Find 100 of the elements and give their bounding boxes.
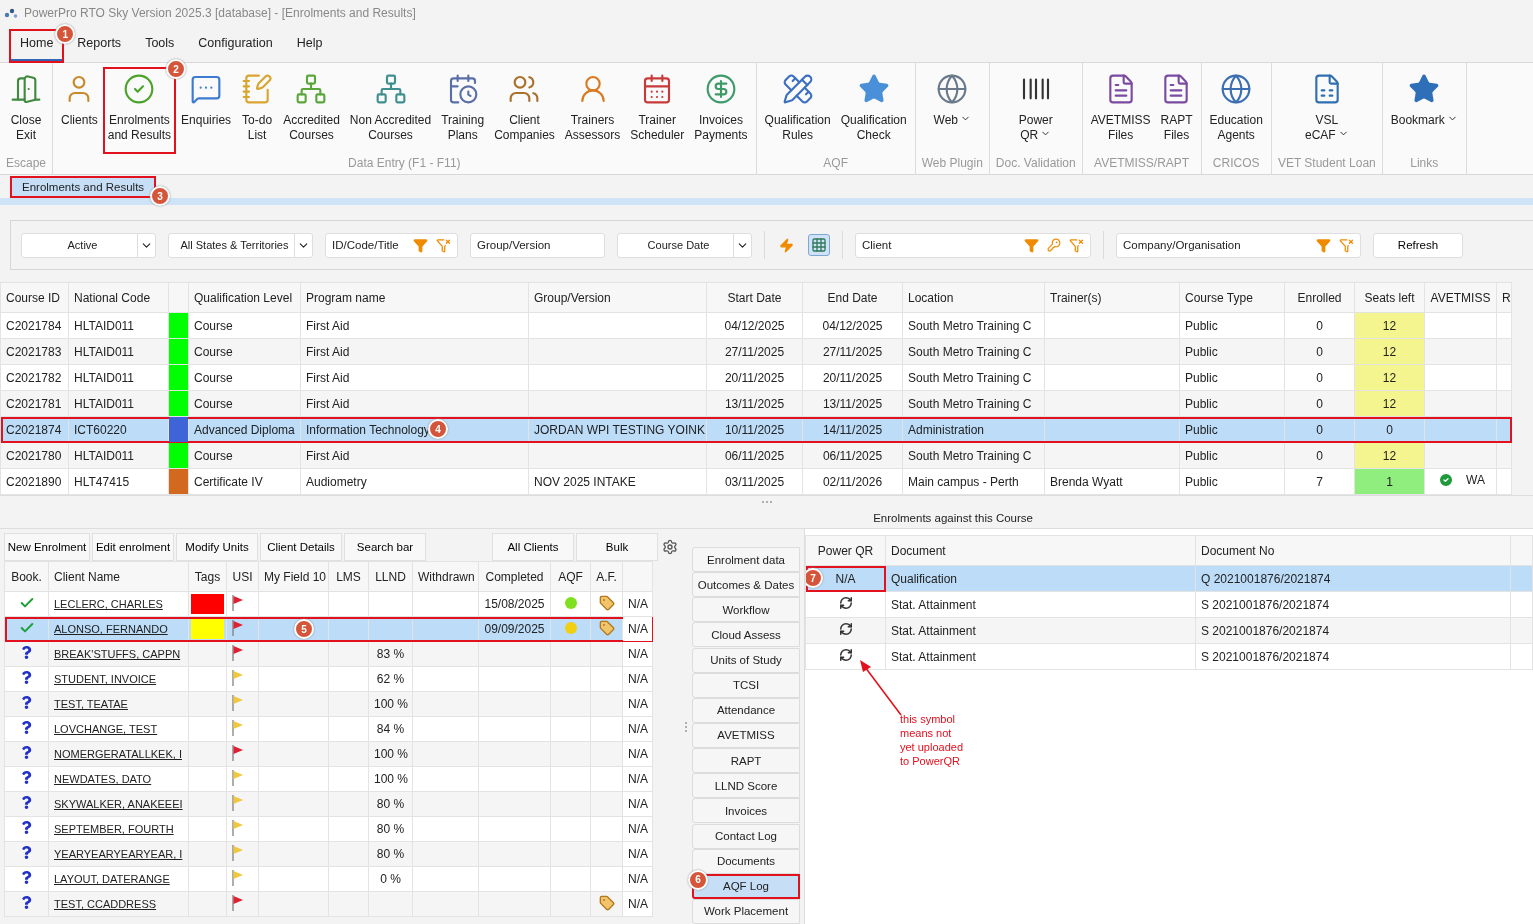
table-row[interactable]: NEWDATES, DATO 100 % N/A [4,766,653,792]
column-header[interactable]: AQF [550,561,591,592]
text-field[interactable]: Group/Version [477,239,600,251]
column-header[interactable]: Book. [4,561,49,592]
search-box[interactable]: Company/Organisation [1116,232,1361,258]
document-tab[interactable]: Enrolments and Results [10,176,157,198]
table-row[interactable]: SKYWALKER, ANAKEEEI 80 % N/A [4,791,653,817]
ribbon-button[interactable]: Training Plans [436,67,490,154]
ribbon-button[interactable]: Trainer Scheduler [625,67,690,154]
table-row[interactable]: Stat. Attainment S 2021001876/2021874 [805,591,1533,618]
side-tab[interactable]: Cloud Assess [692,622,800,648]
side-tab[interactable]: Documents [692,848,800,874]
ribbon-button[interactable]: VSL eCAF [1299,67,1354,154]
search-box[interactable]: ID/Code/Title [325,232,458,258]
ribbon-button[interactable]: Client Companies [489,67,560,154]
ribbon-button[interactable]: To-do List [236,67,279,154]
column-header[interactable]: LMS [328,561,369,592]
column-header[interactable]: Enrolled [1284,282,1355,313]
toolbar-button[interactable]: Client Details [260,533,342,561]
ribbon-button[interactable]: Qualification Check [835,67,912,154]
ribbon-button[interactable]: Invoices Payments [689,67,753,154]
table-row[interactable]: SEPTEMBER, FOURTH 80 % N/A [4,816,653,842]
ribbon-button[interactable]: Trainers Assessors [559,67,626,154]
table-row[interactable]: STUDENT, INVOICE 62 % N/A [4,666,653,692]
column-header[interactable]: Qualification Level [188,282,301,313]
column-header[interactable]: Start Date [706,282,803,313]
column-header[interactable]: Course Type [1179,282,1285,313]
toolbar-button[interactable]: Edit enrolment [92,533,174,561]
ribbon-button[interactable]: Education Agents [1204,67,1268,154]
dropdown[interactable]: Course Date [617,232,752,258]
table-row[interactable]: YEARYEARYEARYEAR, I 80 % N/A [4,841,653,867]
table-row[interactable]: C2021782 HLTAID011 Course First Aid 20/11/2025 20/11/2025 South Metro Training C Public 0 12 [0,364,1512,391]
column-header[interactable]: Document No [1195,535,1511,566]
column-header[interactable]: Completed [478,561,551,592]
column-header[interactable]: Trainer(s) [1044,282,1180,313]
menu-tab[interactable]: Configuration [188,30,283,62]
column-header[interactable]: Group/Version [528,282,707,313]
search-field[interactable]: ID/Code/Title [332,239,407,251]
menu-tab[interactable]: Tools [135,30,185,62]
ribbon-button[interactable]: Close Exit [5,67,47,154]
column-header[interactable]: Power QR [805,535,886,566]
search-box[interactable]: Client [855,232,1091,258]
table-row[interactable]: Stat. Attainment S 2021001876/2021874 [805,643,1533,670]
table-row[interactable]: LOVCHANGE, TEST 84 % N/A [4,716,653,742]
splitter-grip[interactable] [684,720,688,733]
dropdown[interactable]: All States & Territories [168,232,313,258]
side-tab[interactable]: Outcomes & Dates [692,572,800,598]
toolbar-button[interactable]: Bulk [576,533,658,561]
ribbon-button[interactable]: Web [928,67,976,154]
search-field[interactable]: Client [862,239,1018,251]
side-tab[interactable]: LLND Score [692,773,800,799]
search-field[interactable]: Company/Organisation [1123,239,1310,251]
side-tab[interactable]: TCSI [692,672,800,698]
column-header[interactable]: LLND [368,561,413,592]
table-row[interactable]: BREAK'STUFFS, CAPPN 83 % N/A [4,641,653,667]
side-tab[interactable]: RAPT [692,748,800,774]
column-header[interactable]: Seats left [1354,282,1425,313]
column-header[interactable]: Withdrawn [412,561,479,592]
ribbon-button[interactable]: Accredited Courses [278,67,345,154]
side-tab[interactable]: Invoices [692,798,800,824]
table-row[interactable]: LAYOUT, DATERANGE 0 % N/A [4,866,653,892]
ribbon-button[interactable]: Power QR [1013,67,1058,154]
table-row[interactable]: 7 N/A Qualification Q 2021001876/2021874 [805,565,1533,592]
text-box[interactable]: Group/Version [470,232,605,258]
side-tab[interactable]: Work Placement [692,898,800,924]
toolbar-button[interactable]: All Clients [492,533,574,561]
table-row[interactable]: TEST, TEATAE 100 % N/A [4,691,653,717]
ribbon-button[interactable]: Qualification Rules [759,67,836,154]
column-header[interactable]: Course ID [0,282,69,313]
ribbon-button[interactable]: AVETMISS Files [1085,67,1156,154]
ribbon-button[interactable]: RAPT Files [1155,67,1198,154]
side-tab[interactable]: Units of Study [692,647,800,673]
toolbar-button[interactable]: Search bar [344,533,426,561]
column-header[interactable]: Client Name [48,561,189,592]
column-header[interactable]: My Field 10 [258,561,329,592]
table-row[interactable]: NOMERGERATALLKEK, I 100 % N/A [4,741,653,767]
ribbon-button[interactable]: Clients [56,67,103,154]
column-header[interactable]: Tags [188,561,227,592]
ribbon-button[interactable]: Bookmark [1385,67,1463,154]
table-row[interactable]: C2021874 ICT60220 Advanced Diploma Information Technology 4 JORDAN WPI TESTING YOINK 10/11/2025 14/11/2025 Administration Public 0 0 [0,416,1512,443]
table-row[interactable]: TEST, CCADDRESS N/A [4,891,653,917]
grid-filter-toggle[interactable] [808,234,830,256]
table-row[interactable]: C2021780 HLTAID011 Course First Aid 06/11/2025 06/11/2025 South Metro Training C Public 0 12 [0,442,1512,469]
column-header[interactable]: USI [226,561,259,592]
column-header[interactable]: Program name [300,282,529,313]
menu-tab[interactable]: Help [286,30,333,62]
refresh-button[interactable]: Refresh [1373,232,1463,258]
table-row[interactable]: Stat. Attainment S 2021001876/2021874 [805,617,1533,644]
ribbon-button[interactable]: Non Accredited Courses [344,67,437,154]
key-icon[interactable] [1045,236,1063,254]
column-header[interactable]: Document [885,535,1196,566]
toolbar-button[interactable]: Modify Units [176,533,258,561]
side-tab[interactable]: Attendance [692,697,800,723]
side-tab[interactable]: Enrolment data [692,547,800,572]
dropdown[interactable]: Active [21,232,156,258]
table-row[interactable]: C2021783 HLTAID011 Course First Aid 27/11/2025 27/11/2025 South Metro Training C Public 0 12 [0,338,1512,365]
toolbar-button[interactable]: New Enrolment [4,533,90,561]
side-tab[interactable]: Workflow [692,597,800,623]
table-row[interactable]: C2021781 HLTAID011 Course First Aid 13/11/2025 13/11/2025 South Metro Training C Public 0 12 [0,390,1512,417]
table-row[interactable]: C2021890 HLT47415 Certificate IV Audiometry NOV 2025 INTAKE 03/11/2025 02/11/2026 Main campus - Perth Brenda Wyatt Public 7 1 WA [0,468,1512,495]
